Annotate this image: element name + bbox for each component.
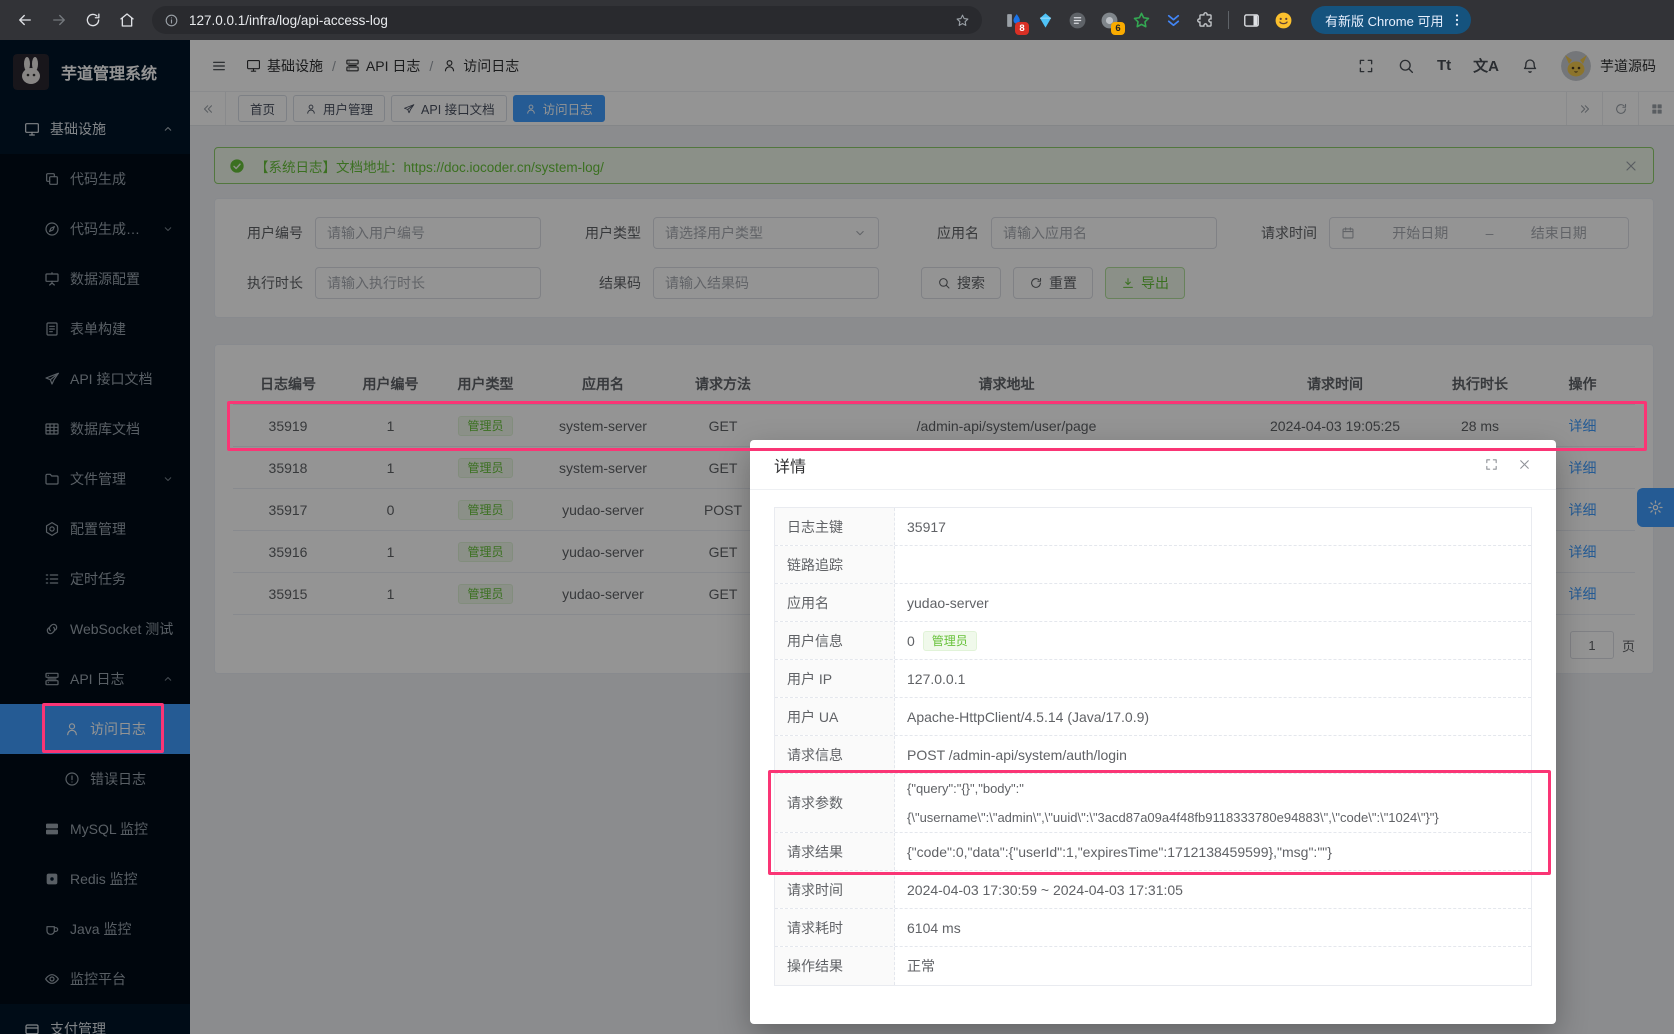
arrow-left-icon [16, 11, 34, 29]
detail-descriptions: 日志主键 35917 链路追踪应用名 yudao-server 用户信息 0 管理员用户 I… [774, 507, 1532, 986]
detail-label: 日志主键 [775, 508, 895, 545]
detail-row: 请求耗时 6104 ms [775, 909, 1531, 947]
detail-row: 应用名 yudao-server [775, 584, 1531, 622]
detail-label: 用户信息 [775, 622, 895, 659]
extension-badge: 6 [1111, 22, 1125, 35]
extension-star-icon[interactable] [1132, 11, 1151, 30]
detail-label: 请求耗时 [775, 909, 895, 946]
browser-back-button[interactable] [10, 5, 40, 35]
toolbar-divider [1228, 11, 1229, 29]
detail-label: 用户 UA [775, 698, 895, 735]
bookmark-star-icon[interactable] [955, 13, 970, 28]
url-text: 127.0.0.1/infra/log/api-access-log [189, 13, 388, 28]
reload-icon [84, 11, 102, 29]
detail-row: 用户信息 0 管理员 [775, 622, 1531, 660]
modal-title: 详情 [774, 453, 806, 477]
extensions-puzzle-icon[interactable] [1196, 11, 1215, 30]
detail-value: 6104 ms [907, 920, 961, 936]
detail-value: 0 [907, 633, 915, 649]
detail-label: 请求信息 [775, 736, 895, 773]
detail-value: POST /admin-api/system/auth/login [907, 747, 1127, 763]
emoji-avatar-icon[interactable] [1274, 11, 1293, 30]
modal-header: 详情 [750, 440, 1556, 490]
detail-row: 请求时间 2024-04-03 17:30:59 ~ 2024-04-03 17:… [775, 871, 1531, 909]
detail-value: 2024-04-03 17:30:59 ~ 2024-04-03 17:31:0… [907, 882, 1183, 898]
detail-value: 正常 [907, 956, 935, 976]
detail-value: 35917 [907, 519, 946, 535]
arrow-right-icon [50, 11, 68, 29]
detail-value: yudao-server [907, 595, 989, 611]
screen: 127.0.0.1/infra/log/api-access-log 8 6 [0, 0, 1674, 1034]
browser-toolbar: 127.0.0.1/infra/log/api-access-log 8 6 [0, 0, 1674, 40]
address-bar[interactable]: 127.0.0.1/infra/log/api-access-log [152, 6, 982, 34]
extension-badge: 8 [1015, 22, 1029, 35]
detail-modal: 详情 日志主键35917链路追踪应用名yudao-server用户信息0管理员用… [750, 440, 1556, 1024]
detail-row: 操作结果正常 [775, 947, 1531, 985]
browser-home-button[interactable] [112, 5, 142, 35]
side-panel-icon[interactable] [1242, 11, 1261, 30]
detail-row: 请求结果 {"code":0,"data":{"userId":1,"expire… [775, 833, 1531, 871]
detail-value: Apache-HttpClient/4.5.14 (Java/17.0.9) [907, 709, 1149, 725]
detail-value: 127.0.0.1 [907, 671, 965, 687]
detail-label: 操作结果 [775, 947, 895, 985]
detail-label: 用户 IP [775, 660, 895, 697]
chrome-update-chip[interactable]: 有新版 Chrome 可用 [1311, 6, 1471, 34]
detail-row: 用户 UA Apache-HttpClient/4.5.14 (Java/17.0… [775, 698, 1531, 736]
extension-chevrons-icon[interactable] [1164, 11, 1183, 30]
detail-label: 请求参数 [775, 774, 895, 832]
detail-row: 请求参数{"query":"{}","body":"{\"username\":… [775, 774, 1531, 833]
detail-row: 请求信息 POST /admin-api/system/auth/login [775, 736, 1531, 774]
user-type-tag: 管理员 [923, 631, 977, 651]
kebab-menu-icon[interactable] [1449, 12, 1465, 28]
modal-close-icon[interactable] [1517, 457, 1532, 472]
extension-gray-icon[interactable] [1068, 11, 1087, 30]
extension-downloads-icon[interactable]: 8 [1004, 11, 1023, 30]
home-icon [118, 11, 136, 29]
browser-reload-button[interactable] [78, 5, 108, 35]
detail-value: {"code":0,"data":{"userId":1,"expiresTim… [907, 844, 1332, 860]
detail-label: 请求结果 [775, 833, 895, 870]
extension-counter-icon[interactable]: 6 [1100, 11, 1119, 30]
extension-icons: 8 6 [1004, 11, 1293, 30]
extension-gem-icon[interactable] [1036, 11, 1055, 30]
chrome-update-text: 有新版 Chrome 可用 [1325, 11, 1443, 30]
detail-label: 请求时间 [775, 871, 895, 908]
detail-row: 日志主键 35917 [775, 508, 1531, 546]
detail-value: {"query":"{}","body":"{\"username\":\"ad… [895, 774, 1531, 832]
site-info-icon[interactable] [164, 13, 179, 28]
detail-row: 用户 IP 127.0.0.1 [775, 660, 1531, 698]
detail-label: 应用名 [775, 584, 895, 621]
detail-row: 链路追踪 [775, 546, 1531, 584]
modal-fullscreen-icon[interactable] [1484, 457, 1499, 472]
detail-label: 链路追踪 [775, 546, 895, 583]
browser-forward-button[interactable] [44, 5, 74, 35]
